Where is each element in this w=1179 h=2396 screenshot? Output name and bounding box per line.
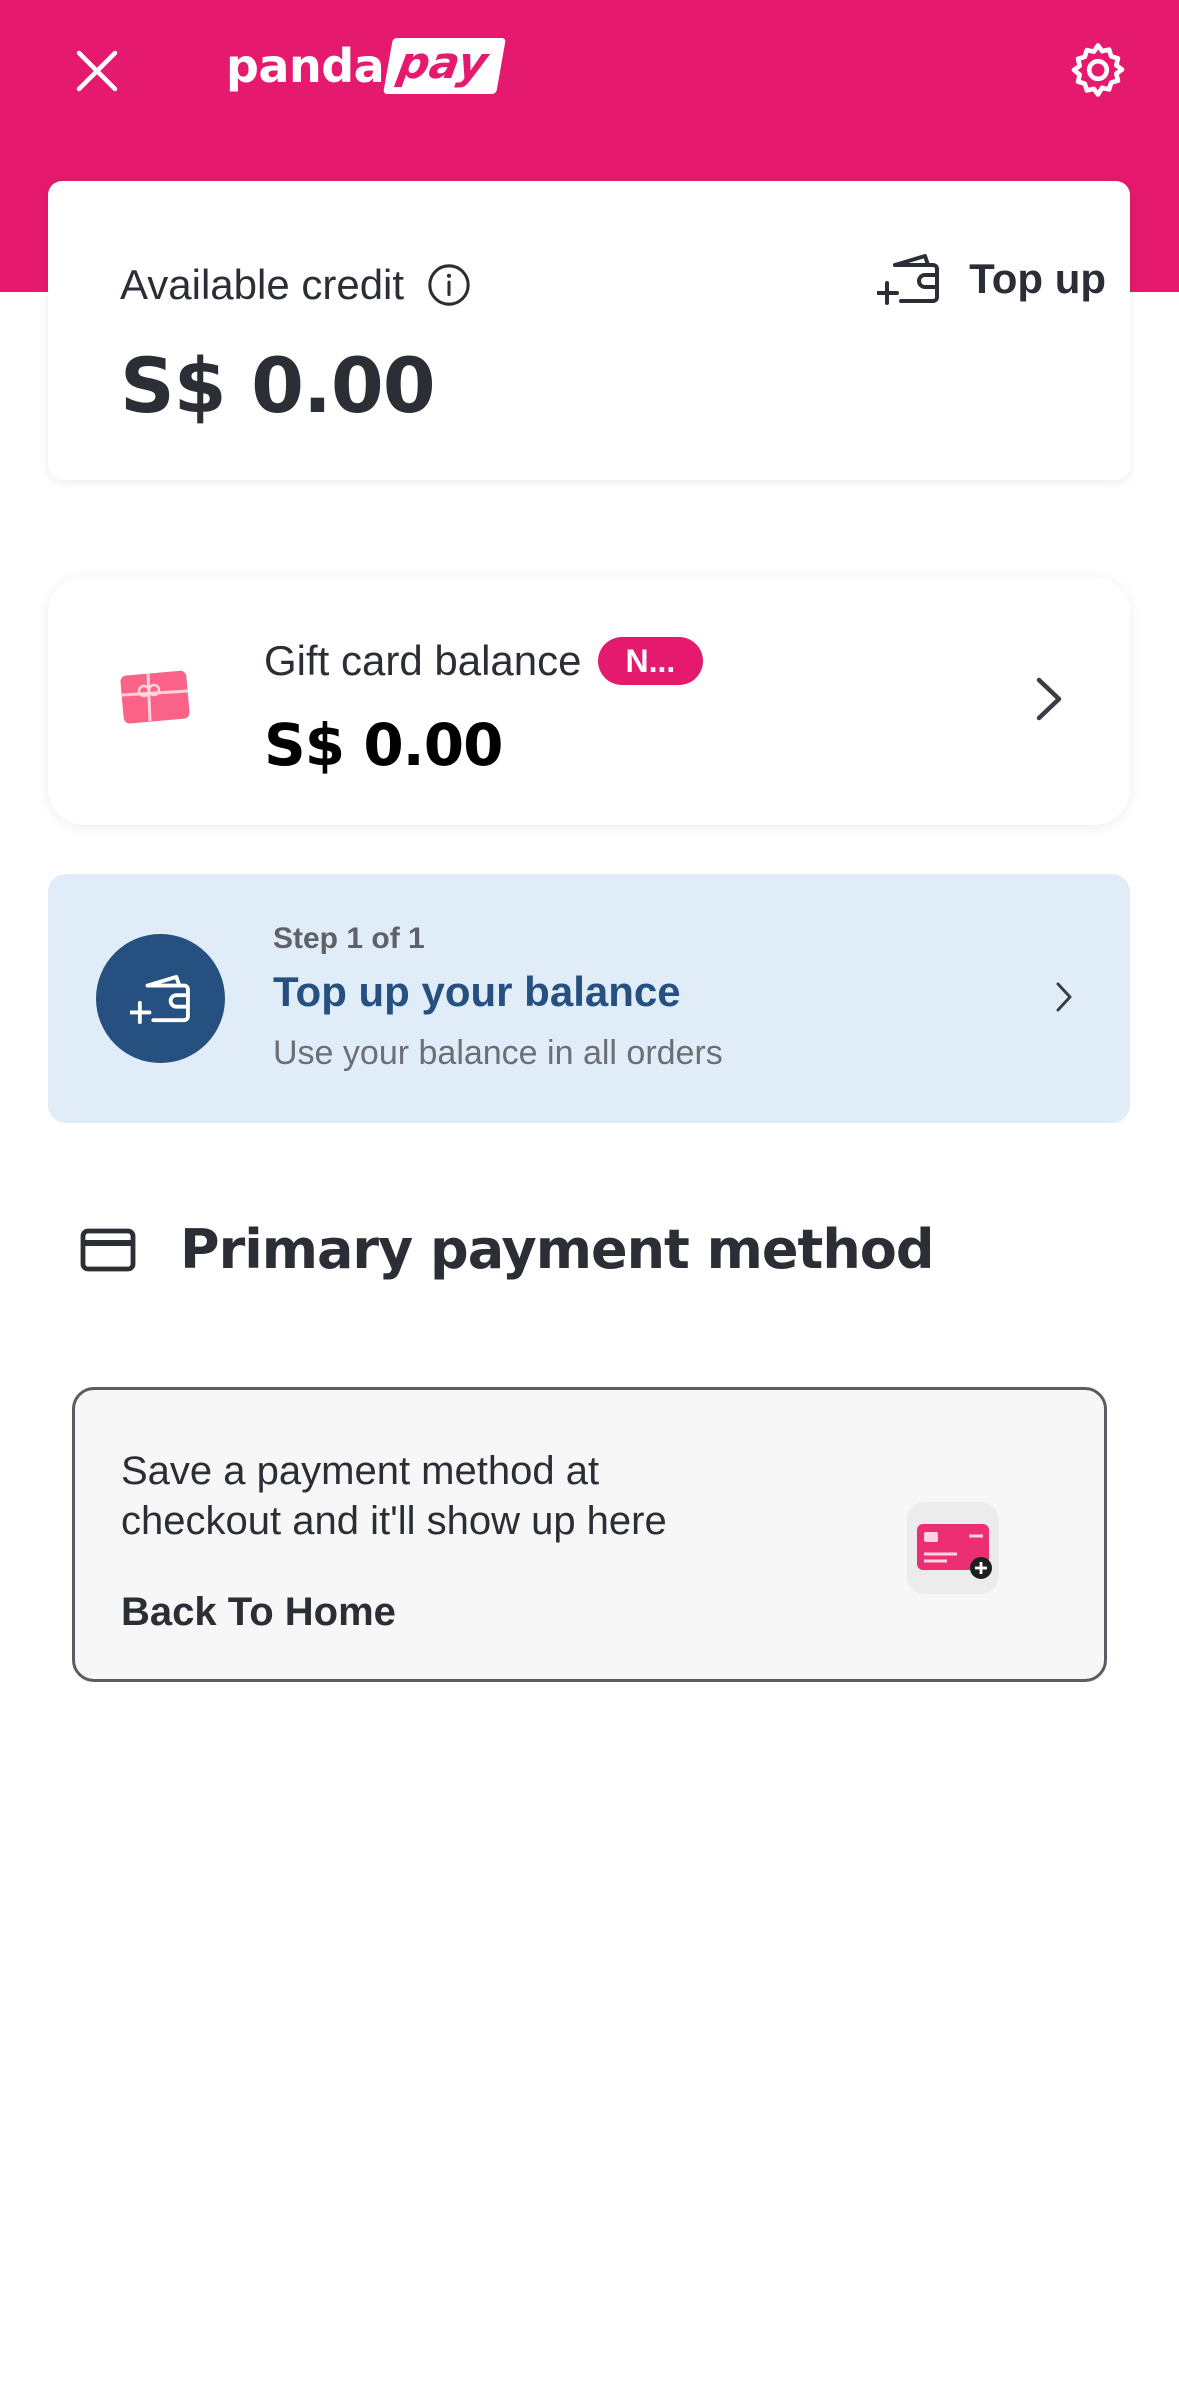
gift-card-amount: S$ 0.00 bbox=[264, 711, 503, 779]
step-icon-circle bbox=[96, 934, 225, 1063]
logo-text-panda: panda bbox=[226, 39, 385, 93]
available-credit-label: Available credit bbox=[120, 261, 405, 308]
step-description: Use your balance in all orders bbox=[273, 1034, 723, 1072]
info-icon[interactable] bbox=[426, 262, 472, 308]
credit-card-icon bbox=[80, 1228, 136, 1271]
payment-method-empty-text: Save a payment method at checkout and it… bbox=[121, 1449, 667, 1543]
new-badge: N... bbox=[597, 637, 704, 685]
gear-icon bbox=[1071, 43, 1125, 97]
pandapay-logo: panda pay bbox=[226, 36, 506, 96]
add-card-illustration bbox=[907, 1502, 999, 1594]
logo-text-pay: pay bbox=[383, 38, 506, 94]
settings-button[interactable] bbox=[1060, 32, 1136, 108]
step-counter: Step 1 of 1 bbox=[273, 922, 425, 955]
close-button[interactable] bbox=[62, 36, 132, 106]
gift-card-title-row: Gift card balance N... bbox=[264, 637, 704, 685]
top-up-label: Top up bbox=[969, 255, 1106, 302]
step-title: Top up your balance bbox=[273, 968, 681, 1015]
available-credit-amount: S$ 0.00 bbox=[120, 341, 436, 430]
wallet-add-icon bbox=[129, 974, 190, 1024]
chevron-right-icon bbox=[1054, 980, 1074, 1019]
gift-card-title: Gift card balance bbox=[264, 637, 582, 684]
add-card-icon bbox=[917, 1524, 992, 1579]
top-up-button[interactable]: Top up bbox=[877, 253, 1106, 305]
gift-card-balance-row[interactable]: Gift card balance N... S$ 0.00 bbox=[48, 577, 1130, 825]
back-to-home-link[interactable]: Back To Home bbox=[121, 1590, 396, 1635]
available-credit-card: Available credit S$ 0.00 Top up bbox=[48, 181, 1130, 480]
gift-card-icon bbox=[120, 669, 192, 730]
pandapay-wallet-screen: panda pay Available credit S$ 0.00 Top u… bbox=[0, 0, 1179, 2396]
wallet-add-icon bbox=[877, 254, 940, 305]
chevron-right-icon bbox=[1034, 675, 1064, 728]
primary-payment-method-heading: Primary payment method bbox=[80, 1218, 935, 1281]
payment-method-empty-card: Save a payment method at checkout and it… bbox=[72, 1387, 1107, 1682]
top-up-step-card[interactable]: Step 1 of 1 Top up your balance Use your… bbox=[48, 874, 1130, 1123]
close-icon bbox=[76, 50, 118, 92]
primary-payment-method-title: Primary payment method bbox=[180, 1218, 935, 1281]
available-credit-label-row: Available credit bbox=[120, 261, 472, 309]
